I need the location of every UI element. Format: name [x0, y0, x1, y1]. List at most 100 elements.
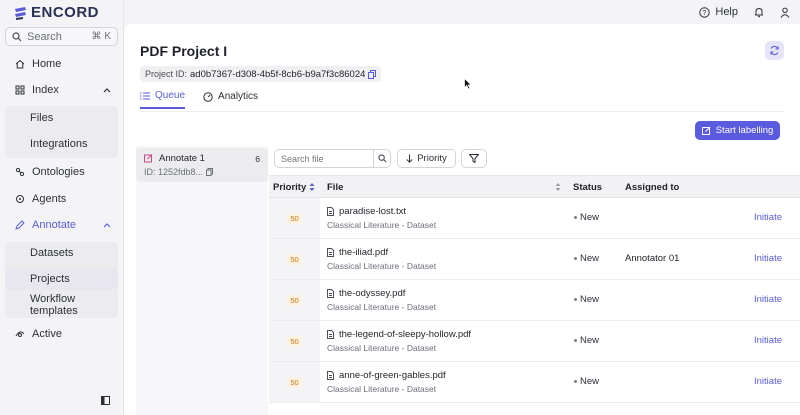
initiate-link[interactable]: Initiate — [754, 253, 782, 264]
sidebar-item-agents[interactable]: Agents — [5, 188, 118, 210]
initiate-link[interactable]: Initiate — [754, 212, 782, 223]
tab-analytics[interactable]: Analytics — [203, 90, 258, 109]
sort-icon[interactable] — [309, 182, 315, 192]
tab-label: Analytics — [218, 91, 259, 102]
file-name: the-odyssey.pdf — [327, 288, 405, 299]
priority-badge: 50 — [287, 253, 302, 265]
sidebar-item-index[interactable]: Index — [5, 79, 118, 101]
page-title: PDF Project I — [140, 43, 228, 59]
priority-badge: 50 — [287, 212, 302, 224]
sidebar-item-datasets[interactable]: Datasets — [5, 242, 118, 264]
col-file[interactable]: File — [327, 176, 343, 198]
help-label: Help — [715, 6, 738, 18]
encord-logo[interactable]: ENCORD — [14, 4, 99, 21]
table-row[interactable]: 50 anne-of-green-gables.pdf Classical Li… — [269, 362, 800, 403]
status-text: New — [580, 294, 600, 305]
sidebar-item-workflow-templates[interactable]: Workflow templates — [5, 293, 118, 317]
assignee: Annotator 01 — [625, 253, 680, 264]
file-name-text: anne-of-green-gables.pdf — [339, 370, 446, 381]
file-search-input[interactable] — [275, 150, 373, 167]
stage-task-count: 6 — [255, 153, 260, 164]
col-priority[interactable]: Priority — [273, 176, 306, 198]
col-status-label: Status — [573, 181, 603, 193]
priority-badge: 50 — [287, 376, 302, 388]
status-cell: New — [574, 376, 599, 387]
file-icon — [327, 289, 334, 298]
search-icon — [377, 154, 386, 163]
priority-badge: 50 — [287, 294, 302, 306]
table-row[interactable]: 50 the-odyssey.pdf Classical Literature … — [269, 280, 800, 321]
project-id-label: Project ID: — [145, 69, 188, 79]
bell-icon[interactable] — [754, 7, 764, 18]
sidebar-item-ontologies[interactable]: Ontologies — [5, 161, 118, 183]
file-name: anne-of-green-gables.pdf — [327, 370, 446, 381]
search-icon — [12, 31, 22, 41]
refresh-button[interactable] — [765, 41, 784, 60]
file-icon — [327, 371, 334, 380]
col-status[interactable]: Status — [573, 176, 602, 198]
tab-queue[interactable]: Queue — [140, 90, 186, 109]
sidebar-item-label: Index — [32, 84, 59, 96]
copy-icon[interactable] — [368, 69, 377, 79]
sidebar: ENCORD Search ⌘ K Home Index Files Integ… — [0, 0, 124, 415]
table-row[interactable]: 50 paradise-lost.txt Classical Literatur… — [269, 198, 800, 239]
file-name: the-legend-of-sleepy-hollow.pdf — [327, 329, 471, 340]
status-cell: New — [574, 335, 599, 346]
collapse-sidebar-icon[interactable] — [101, 396, 110, 405]
initiate-link[interactable]: Initiate — [754, 335, 782, 346]
priority-sort-button[interactable]: Priority — [397, 149, 456, 168]
file-search-button[interactable] — [373, 150, 390, 167]
table-row[interactable]: 50 the-legend-of-sleepy-hollow.pdf Class… — [269, 321, 800, 362]
sidebar-item-integrations[interactable]: Integrations — [5, 133, 118, 155]
status-dot — [574, 298, 577, 301]
sidebar-item-label: Files — [30, 112, 54, 124]
file-name-text: the-iliad.pdf — [339, 247, 389, 258]
initiate-link[interactable]: Initiate — [754, 294, 782, 305]
sidebar-item-label: Projects — [30, 273, 70, 285]
sidebar-item-label: Home — [32, 58, 62, 70]
user-icon[interactable] — [780, 7, 790, 18]
filter-button[interactable] — [461, 149, 487, 168]
active-icon — [15, 331, 25, 337]
stage-annotate-1[interactable]: Annotate 1 6 ID: 1252fdb8... — [136, 148, 268, 182]
tabs-divider — [140, 111, 784, 112]
file-name-text: paradise-lost.txt — [339, 206, 407, 217]
sidebar-item-files[interactable]: Files — [5, 107, 118, 129]
sidebar-item-annotate[interactable]: Annotate — [5, 214, 118, 236]
global-search[interactable]: Search ⌘ K — [5, 27, 118, 46]
dataset-name: Classical Literature - Dataset — [327, 261, 437, 271]
initiate-link[interactable]: Initiate — [754, 376, 782, 387]
help-button[interactable]: ? Help — [699, 6, 738, 18]
logo-text: ENCORD — [31, 4, 100, 21]
sidebar-item-active[interactable]: Active — [5, 323, 118, 345]
priority-cell: 50 — [269, 321, 320, 361]
chevron-up-icon[interactable] — [103, 87, 111, 93]
task-table: Priority File Status Assigned to 50 para… — [269, 175, 800, 403]
status-text: New — [580, 335, 600, 346]
status-dot — [574, 380, 577, 383]
col-assigned-to[interactable]: Assigned to — [625, 176, 679, 198]
priority-sort-label: Priority — [417, 153, 447, 164]
status-dot — [574, 339, 577, 342]
encord-logo-icon — [15, 6, 26, 20]
sidebar-item-home[interactable]: Home — [5, 53, 118, 75]
file-icon — [327, 330, 334, 339]
sort-icon[interactable] — [555, 182, 561, 192]
dataset-name: Classical Literature - Dataset — [327, 302, 437, 312]
priority-cell: 50 — [269, 362, 320, 402]
priority-badge: 50 — [287, 335, 302, 347]
col-file-label: File — [327, 181, 344, 193]
chevron-up-icon[interactable] — [103, 222, 111, 228]
sidebar-item-projects[interactable]: Projects — [5, 268, 118, 290]
copy-icon[interactable] — [206, 168, 214, 176]
workflow-stages-panel: Annotate 1 6 ID: 1252fdb8... — [136, 146, 268, 415]
grid-icon — [15, 85, 25, 95]
table-row[interactable]: 50 the-iliad.pdf Classical Literature - … — [269, 239, 800, 280]
edit-icon — [701, 126, 711, 135]
start-labelling-button[interactable]: Start labelling — [695, 121, 780, 140]
sidebar-item-label: Active — [32, 328, 62, 340]
priority-cell: 50 — [269, 239, 320, 279]
file-icon — [327, 248, 334, 257]
file-name-text: the-odyssey.pdf — [339, 288, 406, 299]
agents-icon — [16, 195, 24, 203]
